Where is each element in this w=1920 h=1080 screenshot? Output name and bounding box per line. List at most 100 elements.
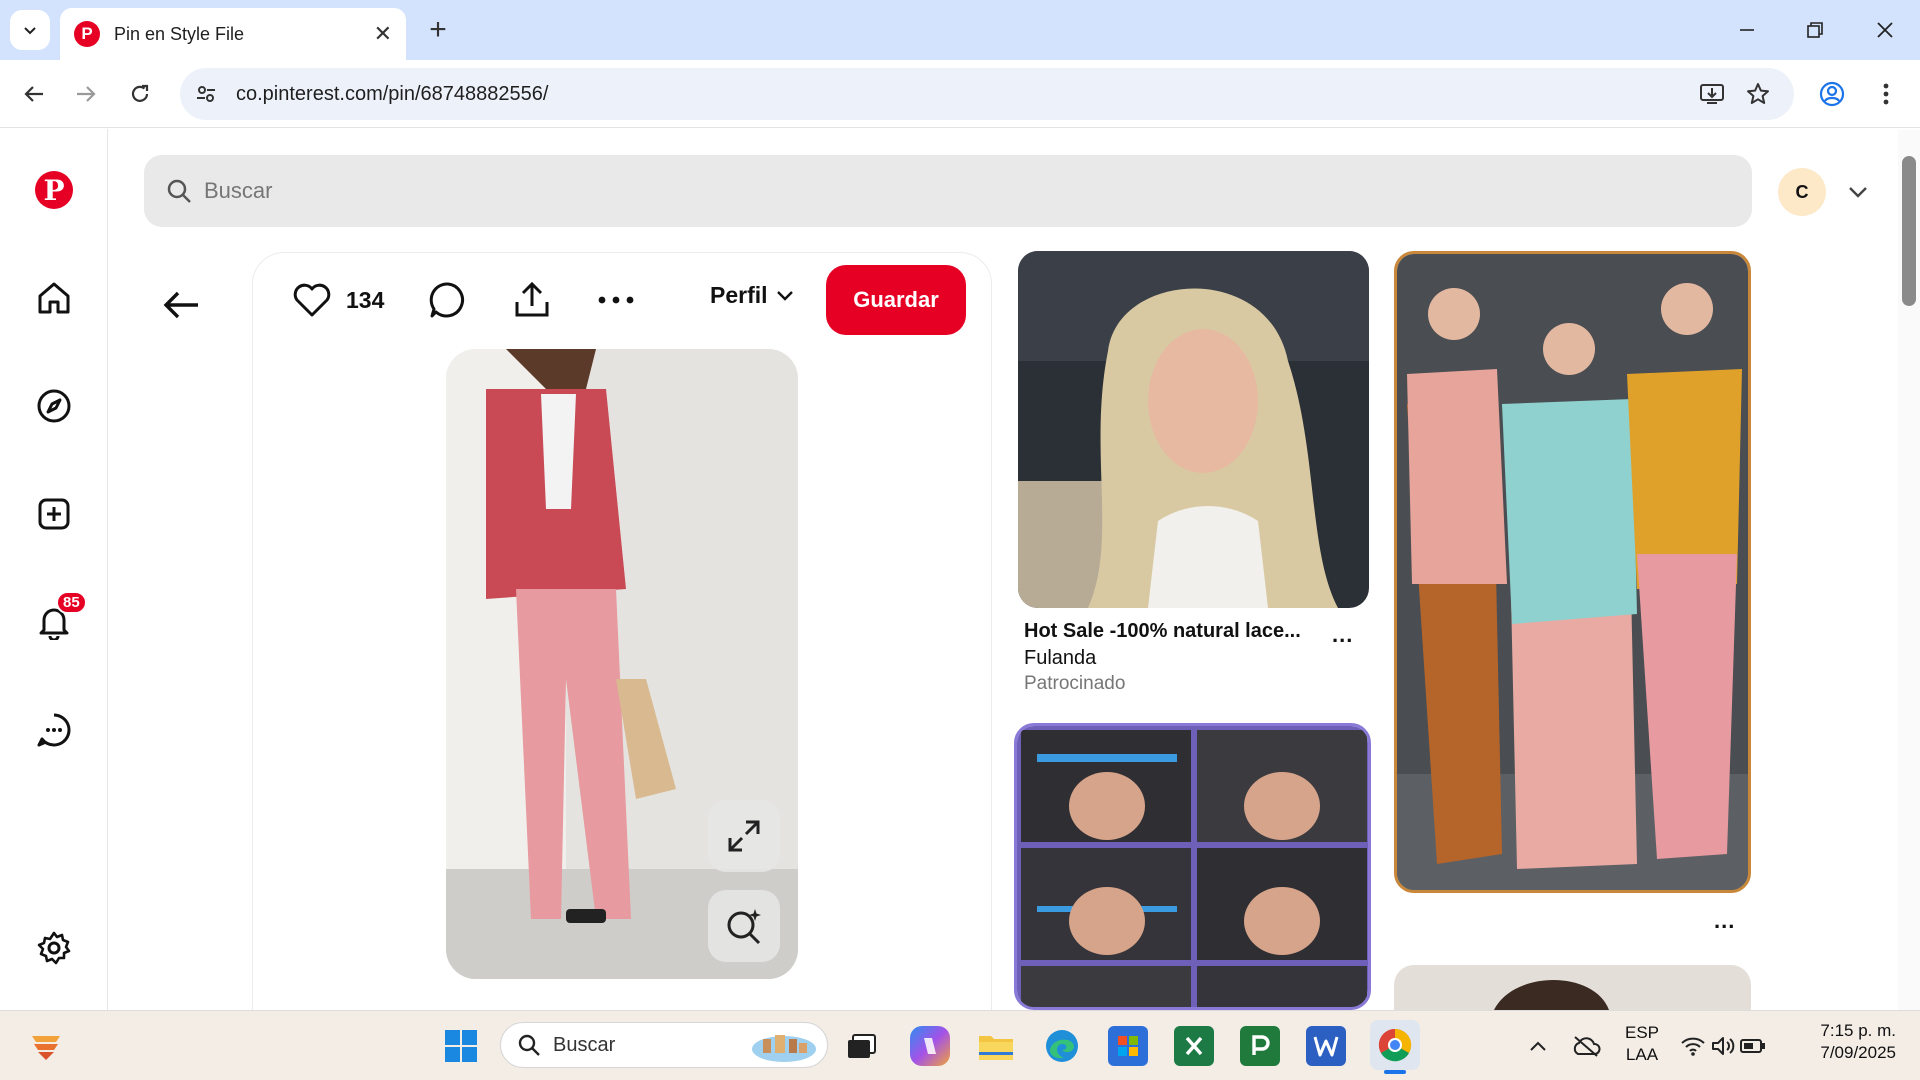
pinterest-logo-link[interactable]: P <box>29 165 79 215</box>
chevron-down-icon <box>776 290 793 301</box>
store-button[interactable] <box>1108 1026 1148 1066</box>
volume-icon <box>1712 1037 1735 1055</box>
browser-tabstrip: P Pin en Style File ✕ + <box>0 0 1920 60</box>
file-explorer-button[interactable] <box>976 1026 1016 1066</box>
tray-overflow-button[interactable] <box>1518 1026 1558 1066</box>
tab-close-icon[interactable]: ✕ <box>374 21 392 47</box>
browser-tab-active[interactable]: P Pin en Style File ✕ <box>60 8 406 60</box>
chevron-up-icon <box>1530 1041 1546 1051</box>
quick-settings-button[interactable] <box>1678 1026 1768 1066</box>
account-menu-button[interactable] <box>1838 172 1878 212</box>
word-icon <box>1313 1036 1339 1057</box>
more-options-button[interactable] <box>596 276 636 324</box>
heart-icon <box>293 283 331 317</box>
restore-button[interactable] <box>1790 10 1840 50</box>
notifications-badge: 85 <box>56 591 87 614</box>
windows-logo-icon <box>445 1030 477 1062</box>
feed-pin-title[interactable]: Hot Sale -100% natural lace... <box>1024 620 1301 643</box>
sidebar-item-explore[interactable] <box>29 381 79 431</box>
sidebar-item-settings[interactable] <box>29 923 79 973</box>
profile-button[interactable] <box>1812 74 1852 114</box>
share-icon <box>515 281 549 317</box>
start-button[interactable] <box>441 1026 481 1066</box>
close-window-button[interactable] <box>1860 10 1910 50</box>
task-view-button[interactable] <box>842 1026 882 1066</box>
expand-icon <box>728 820 760 852</box>
scrollbar-thumb[interactable] <box>1902 156 1916 306</box>
feed-pin-hair-ad[interactable] <box>1018 251 1369 608</box>
minimize-button[interactable] <box>1722 10 1772 50</box>
word-button[interactable] <box>1306 1026 1346 1066</box>
sidebar-item-create[interactable] <box>29 489 79 539</box>
edge-button[interactable] <box>1042 1026 1082 1066</box>
tab-search-button[interactable] <box>10 10 50 50</box>
folder-icon <box>979 1036 1013 1060</box>
sidebar-item-notifications[interactable]: 85 <box>29 591 87 647</box>
back-nav-button[interactable] <box>14 74 54 114</box>
site-info-button[interactable] <box>186 74 226 114</box>
browser-menu-button[interactable] <box>1866 74 1906 114</box>
profile-board-label: Perfil <box>710 282 768 308</box>
keyboard-layout: LAA <box>1625 1045 1659 1064</box>
active-app-indicator <box>1384 1070 1406 1074</box>
feed-pin-exercise[interactable] <box>1014 723 1371 1010</box>
like-button[interactable]: 134 <box>292 276 384 324</box>
project-button[interactable] <box>1240 1026 1280 1066</box>
comment-button[interactable] <box>428 276 468 324</box>
onedrive-button[interactable] <box>1566 1026 1606 1066</box>
comment-icon <box>429 282 464 318</box>
install-app-button[interactable] <box>1696 78 1728 110</box>
back-button[interactable] <box>156 280 206 330</box>
task-view-icon <box>848 1034 876 1058</box>
search-icon <box>167 179 191 203</box>
forward-nav-button[interactable] <box>66 74 106 114</box>
input-language-button[interactable]: ESP LAA <box>1622 1022 1662 1066</box>
expand-image-button[interactable] <box>708 800 780 872</box>
bookmark-button[interactable] <box>1742 78 1774 110</box>
clock-button[interactable]: 7:15 p. m. 7/09/2025 <box>1786 1020 1896 1064</box>
profile-board-select[interactable]: Perfil <box>710 282 794 309</box>
widgets-button[interactable] <box>26 1026 66 1066</box>
reload-button[interactable] <box>120 74 160 114</box>
sidebar-item-home[interactable] <box>29 273 79 323</box>
store-icon <box>1118 1036 1138 1056</box>
user-avatar[interactable]: C <box>1778 168 1826 216</box>
pinterest-sidebar: P 85 <box>0 129 108 1010</box>
tab-title: Pin en Style File <box>114 23 245 44</box>
cloud-off-icon <box>1573 1036 1601 1057</box>
visual-search-button[interactable] <box>708 890 780 962</box>
home-icon <box>38 282 70 314</box>
chevron-down-icon <box>24 27 36 35</box>
edge-icon <box>1046 1030 1078 1062</box>
save-button[interactable]: Guardar <box>826 265 966 335</box>
excel-icon <box>1185 1036 1203 1056</box>
url-text: co.pinterest.com/pin/68748882556/ <box>236 82 549 105</box>
feed-pin-advertiser[interactable]: Fulanda <box>1024 647 1096 670</box>
share-button[interactable] <box>512 276 552 324</box>
chrome-button[interactable] <box>1370 1020 1420 1070</box>
feed-photo-hair <box>1018 251 1369 608</box>
feed-pin-more-button[interactable]: ... <box>1332 622 1353 648</box>
sidebar-item-messages[interactable] <box>29 705 79 755</box>
pinterest-favicon-icon: P <box>74 21 100 47</box>
pin-image[interactable] <box>446 349 798 979</box>
chevron-down-icon <box>1849 187 1867 198</box>
search-icon <box>518 1034 540 1056</box>
browser-toolbar: co.pinterest.com/pin/68748882556/ <box>0 60 1920 128</box>
close-icon <box>1877 22 1893 38</box>
new-tab-button[interactable]: + <box>420 12 456 48</box>
feed-pin-portrait[interactable] <box>1394 965 1751 1010</box>
gear-icon <box>37 931 71 965</box>
more-horiz-icon <box>598 296 634 304</box>
feed-pin-suits[interactable] <box>1394 251 1751 893</box>
pinterest-search-input[interactable]: Buscar <box>144 155 1752 227</box>
compass-icon <box>37 389 71 423</box>
excel-button[interactable] <box>1174 1026 1214 1066</box>
widgets-icon <box>32 1036 60 1060</box>
taskbar-search-input[interactable]: Buscar <box>500 1022 828 1068</box>
address-bar[interactable]: co.pinterest.com/pin/68748882556/ <box>180 68 1794 120</box>
language-code: ESP <box>1624 1023 1660 1042</box>
feed-pin-suits-more-button[interactable]: ... <box>1714 908 1735 934</box>
feed-photo-exercise <box>1017 726 1368 1007</box>
copilot-button[interactable] <box>910 1026 950 1066</box>
